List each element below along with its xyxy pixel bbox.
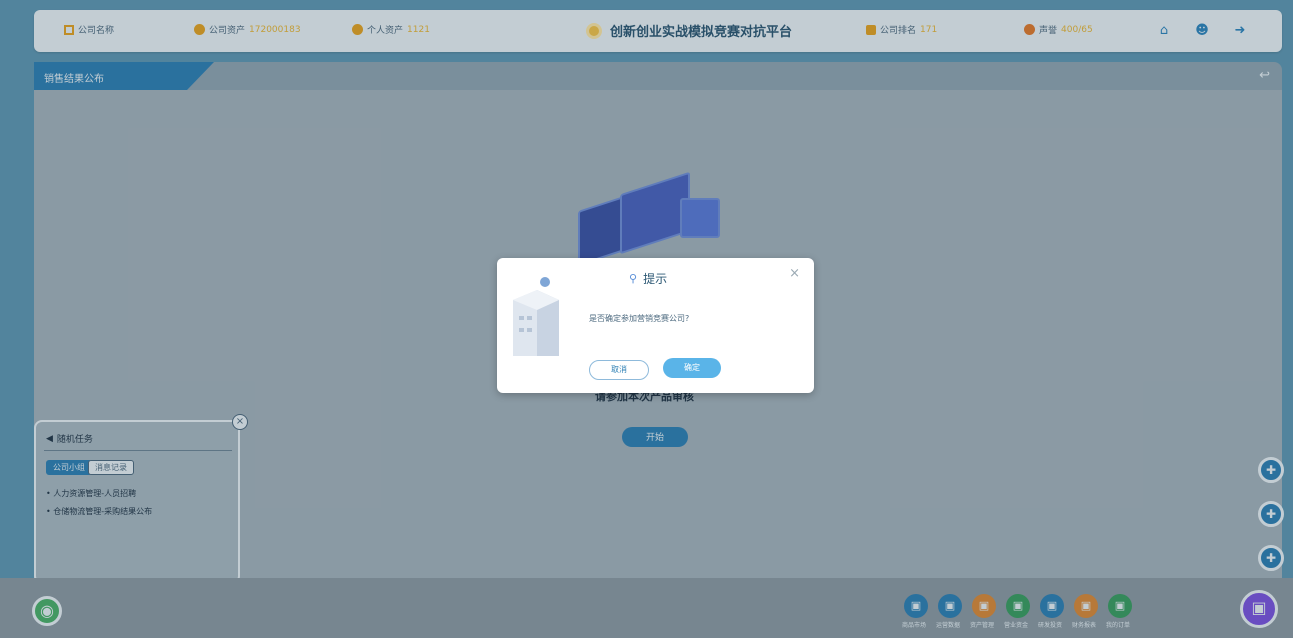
- dialog-title: 提示: [643, 272, 668, 286]
- close-icon[interactable]: ×: [789, 266, 800, 281]
- dialog-header: ⚲ 提示: [629, 270, 667, 287]
- confirm-button[interactable]: 确定: [663, 358, 721, 378]
- building-illustration: [513, 277, 559, 356]
- search-icon: ⚲: [629, 272, 638, 285]
- cancel-button[interactable]: 取消: [589, 360, 649, 380]
- confirm-dialog: ⚲ 提示 × 是否确定参加营销竞赛公司? 取消 确定: [497, 258, 814, 393]
- dialog-message: 是否确定参加营销竞赛公司?: [589, 314, 690, 323]
